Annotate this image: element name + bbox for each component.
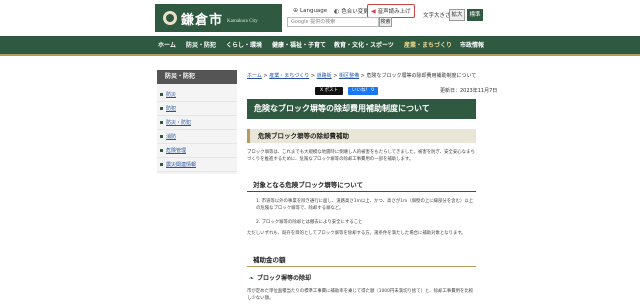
- language-link[interactable]: ⊕ Language: [293, 7, 327, 14]
- sidebar-item-risk[interactable]: 危険管理: [157, 144, 237, 158]
- breadcrumb-blocks[interactable]: 街区整備: [339, 73, 359, 79]
- amount-paragraph: 市が定めた単位面積当たりの標準工事費に補助率を乗じて得た額（1000円未満切り捨…: [247, 289, 474, 301]
- sidebar-heading: 防災・防犯: [157, 70, 237, 84]
- sidebar-item-disaster-crime[interactable]: 防災・防犯: [157, 116, 237, 130]
- logo-subtitle: Kamakura City: [227, 19, 258, 24]
- target-note-paragraph: ただしいずれも、既存を目的としてブロック塀等を除却する方。諸条件を満たした場合に…: [247, 231, 466, 236]
- palette-icon: ◐: [334, 7, 340, 15]
- sidebar-item-disaster[interactable]: 防災: [157, 88, 237, 102]
- global-nav: ホーム 防災・防犯 くらし・環境 健康・福祉・子育て 教育・文化・スポーツ 産業…: [0, 36, 640, 56]
- read-aloud-label: 音声読み上げ: [377, 9, 411, 15]
- intro-paragraph: ブロック塀等は、これまでも大規模な地震時に倒壊し人的被害をもたらしてきました。被…: [247, 150, 475, 162]
- globe-icon: ⊕: [293, 7, 299, 14]
- search-input[interactable]: Google 提供の検索: [287, 17, 379, 27]
- nav-city-info[interactable]: 市政情報: [460, 40, 484, 49]
- breadcrumb-current: 危険なブロック塀等の除却費用補助制度について: [366, 73, 477, 79]
- nav-disaster[interactable]: 防災・防犯: [186, 40, 216, 49]
- facebook-like-button[interactable]: いいね！ 0: [348, 87, 378, 95]
- speaker-icon: ◀: [371, 7, 376, 15]
- sidebar-list: 防災 防犯 防災・防犯 消防 危険管理 震災関連情報: [157, 84, 237, 174]
- site-header: 鎌倉市 Kamakura City ⊕ Language ◐ 色合い変更 ◀ 音…: [0, 0, 640, 36]
- page-title: 危険なブロック塀等の除却費用補助制度について: [247, 99, 476, 119]
- subsection-label: ブロック塀等の除却: [257, 275, 312, 282]
- site-logo[interactable]: 鎌倉市 Kamakura City: [155, 4, 282, 32]
- x-post-button[interactable]: X ポスト: [315, 87, 343, 95]
- sidebar: 防災・防犯 防災 防犯 防災・防犯 消防 危険管理 震災関連情報: [157, 70, 237, 174]
- search-button[interactable]: 検索: [379, 17, 392, 27]
- nav-life[interactable]: くらし・環境: [226, 40, 262, 49]
- nav-home[interactable]: ホーム: [158, 40, 176, 49]
- subsection-heading: ❧ ブロック塀等の除却: [249, 273, 311, 282]
- breadcrumb-home[interactable]: ホーム: [247, 73, 262, 79]
- sidebar-item-earthquake[interactable]: 震災関連情報: [157, 158, 237, 172]
- color-change-link[interactable]: ◐ 色合い変更: [334, 7, 369, 16]
- list-item: 1. 市道等以外の事業を除き通行に面し、道路高さ1m以上、かつ、高さが1m（塀壁…: [256, 199, 474, 211]
- font-standard-button[interactable]: 標準: [467, 9, 483, 21]
- list-item: 2. ブロック塀等の除却とは撤去により安全にすること: [256, 220, 363, 225]
- font-size-label: 文字大きさ: [423, 13, 451, 19]
- sidebar-item-fire[interactable]: 消防: [157, 130, 237, 144]
- sidebar-item-crime[interactable]: 防犯: [157, 102, 237, 116]
- color-change-label: 色合い変更: [341, 9, 369, 15]
- section-heading-subsidy: 危険ブロック塀等の除却費補助: [247, 129, 476, 143]
- updated-date: 更新日：2023年11月7日: [440, 88, 498, 94]
- nav-education[interactable]: 教育・文化・スポーツ: [334, 40, 394, 49]
- breadcrumb-roads[interactable]: 道路街: [317, 73, 332, 79]
- font-large-button[interactable]: 拡大: [449, 9, 465, 21]
- breadcrumb-industry[interactable]: 産業・まちづくり: [269, 73, 309, 79]
- language-label: Language: [300, 7, 328, 14]
- nav-industry[interactable]: 産業・まちづくり: [404, 40, 452, 49]
- logo-text: 鎌倉市: [181, 12, 224, 28]
- section-heading-target: 対象となる危険ブロック塀等について: [247, 178, 476, 192]
- breadcrumb: ホーム > 産業・まちづくり > 道路街 > 街区整備 > 危険なブロック塀等の…: [247, 73, 477, 79]
- nav-health[interactable]: 健康・福祉・子育て: [272, 40, 326, 49]
- leaf-icon: ❧: [249, 275, 255, 282]
- read-aloud-button[interactable]: ◀ 音声読み上げ: [367, 4, 415, 18]
- city-emblem-icon: [163, 11, 177, 25]
- section-heading-amount: 補助金の額: [247, 253, 476, 267]
